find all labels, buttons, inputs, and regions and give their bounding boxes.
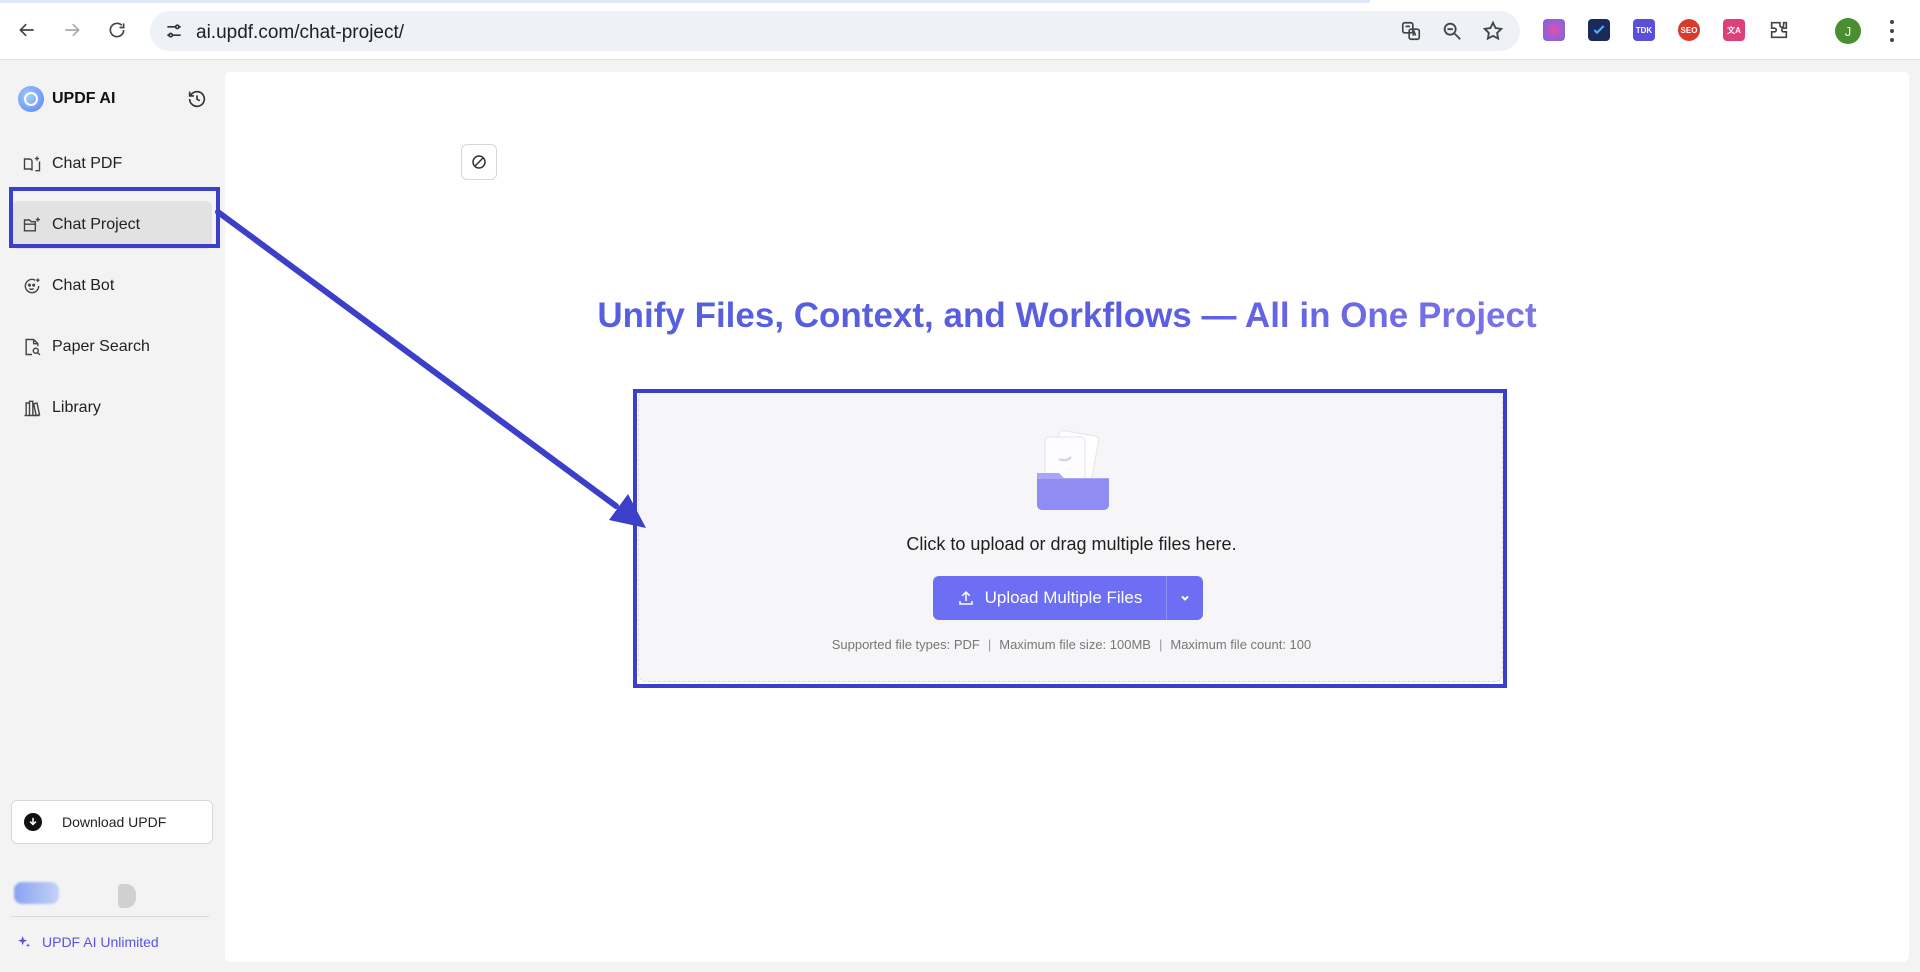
unlimited-label: UPDF AI Unlimited xyxy=(42,934,159,950)
sidebar-divider xyxy=(11,916,209,917)
bookmark-star-icon[interactable] xyxy=(1482,20,1504,42)
browser-toolbar: ai.updf.com/chat-project/ TDK SEO 文A J xyxy=(0,0,1920,60)
sidebar-item-label: Paper Search xyxy=(52,338,150,355)
arrow-right-icon xyxy=(65,23,80,37)
reload-icon xyxy=(109,22,125,38)
updf-logo-icon xyxy=(18,86,44,112)
puzzle-extensions-icon[interactable] xyxy=(1768,19,1790,41)
bot-icon xyxy=(24,278,40,294)
highlight-box-dropzone xyxy=(633,389,1507,688)
site-settings-icon[interactable] xyxy=(164,21,184,41)
doc-search-icon xyxy=(25,338,41,356)
back-button[interactable] xyxy=(13,16,41,44)
translate-icon[interactable] xyxy=(1400,20,1422,42)
sidebar-nav: Chat PDF Chat Project Chat Bot Paper Sea… xyxy=(12,140,212,445)
sidebar-item-chat-pdf[interactable]: Chat PDF xyxy=(12,140,212,188)
page-title: Unify Files, Context, and Workflows — Al… xyxy=(225,296,1909,336)
book-plus-icon xyxy=(23,156,41,172)
page-load-bar xyxy=(0,0,1370,3)
download-icon xyxy=(24,813,42,831)
url-text: ai.updf.com/chat-project/ xyxy=(196,22,405,43)
sparkle-icon xyxy=(18,936,30,948)
reload-button[interactable] xyxy=(103,16,131,44)
sidebar-item-label: Chat Bot xyxy=(52,277,115,294)
sidebar-item-paper-search[interactable]: Paper Search xyxy=(12,323,212,371)
blurred-account-area xyxy=(14,878,154,908)
address-bar[interactable]: ai.updf.com/chat-project/ xyxy=(150,11,1520,51)
tdk-ext-icon[interactable]: TDK xyxy=(1633,19,1655,41)
brand-name: UPDF AI xyxy=(52,90,116,107)
arrow-left-icon xyxy=(19,23,34,37)
profile-avatar[interactable]: J xyxy=(1835,18,1861,44)
download-label: Download UPDF xyxy=(62,814,167,830)
slash-circle-icon xyxy=(472,155,486,169)
browser-menu-button[interactable] xyxy=(1883,18,1901,44)
check-ext-icon[interactable] xyxy=(1588,19,1610,41)
highlight-box-sidebar xyxy=(9,187,220,248)
brand[interactable]: UPDF AI xyxy=(18,86,115,112)
sidebar-toggle-button[interactable] xyxy=(461,144,497,180)
sidebar-item-chat-bot[interactable]: Chat Bot xyxy=(12,262,212,310)
history-icon[interactable] xyxy=(186,88,208,110)
seo-ext-icon[interactable]: SEO xyxy=(1678,19,1700,41)
brain-ext-icon[interactable] xyxy=(1543,19,1565,41)
download-updf-button[interactable]: Download UPDF xyxy=(11,800,213,844)
translate-ext-icon[interactable]: 文A xyxy=(1723,19,1745,41)
sidebar-item-label: Library xyxy=(52,399,101,416)
forward-button[interactable] xyxy=(58,16,86,44)
updf-ai-unlimited-link[interactable]: UPDF AI Unlimited xyxy=(16,934,159,950)
library-icon xyxy=(24,400,41,417)
sidebar-item-library[interactable]: Library xyxy=(12,384,212,432)
sidebar-item-label: Chat PDF xyxy=(52,155,123,172)
zoom-out-icon[interactable] xyxy=(1441,20,1463,42)
